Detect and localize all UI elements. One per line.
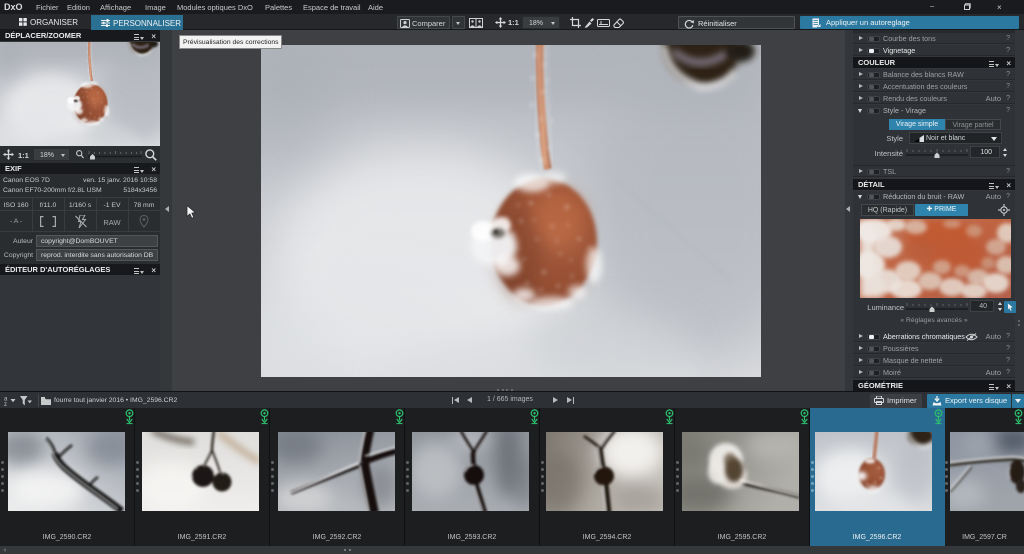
svg-text:DxO: DxO — [4, 2, 23, 12]
svg-text:z: z — [4, 402, 7, 406]
